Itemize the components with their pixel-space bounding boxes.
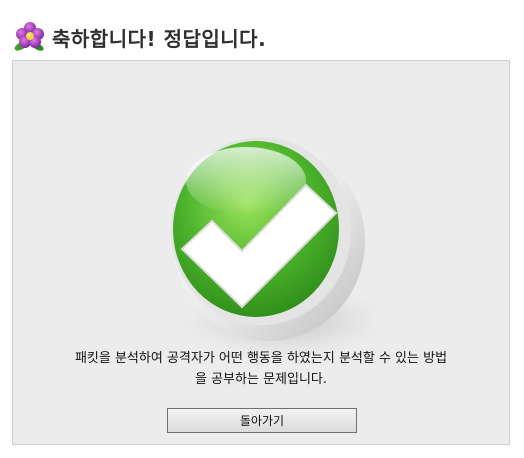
check-icon — [171, 137, 389, 359]
flower-icon — [14, 22, 44, 51]
result-message: 패킷을 분석하여 공격자가 어떤 행동을 하였는지 분석할 수 있는 방법 을 … — [21, 348, 501, 390]
message-line-1: 패킷을 분석하여 공격자가 어떤 행동을 하였는지 분석할 수 있는 방법 — [74, 351, 448, 366]
result-panel: 패킷을 분석하여 공격자가 어떤 행동을 하였는지 분석할 수 있는 방법 을 … — [12, 60, 510, 445]
back-button[interactable]: 돌아가기 — [167, 408, 357, 433]
header: 축하합니다! 정답입니다. — [12, 19, 266, 55]
message-line-2: 을 공부하는 문제입니다. — [195, 372, 327, 387]
page-title: 축하합니다! 정답입니다. — [52, 26, 267, 51]
